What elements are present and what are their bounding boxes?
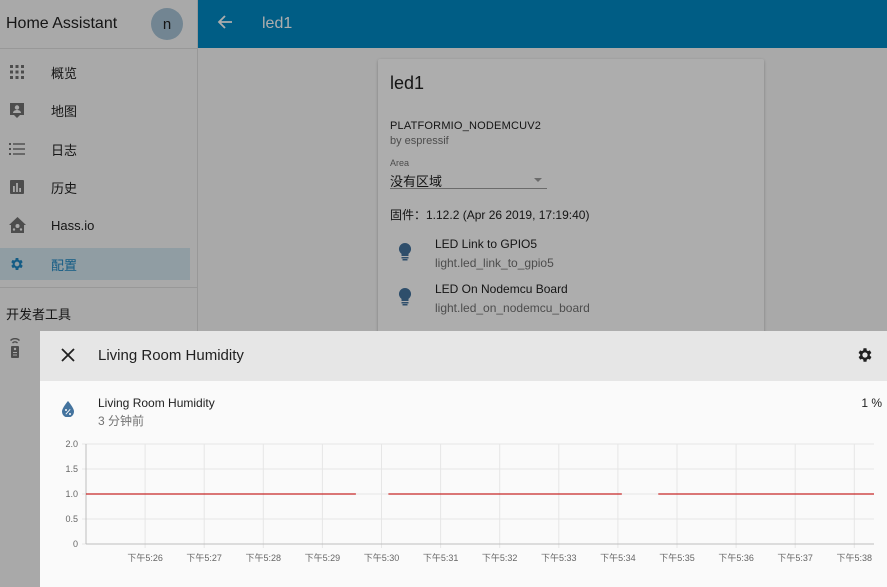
y-tick-label: 2.0 bbox=[65, 439, 78, 449]
dialog-header: Living Room Humidity bbox=[40, 331, 887, 381]
entity-last-changed: 3 分钟前 bbox=[98, 414, 145, 428]
y-tick-label: 1.5 bbox=[65, 464, 78, 474]
x-tick-label: 下午5:38 bbox=[837, 552, 873, 563]
water-percent-icon bbox=[62, 401, 76, 419]
x-tick-label: 下午5:33 bbox=[541, 552, 577, 563]
chart-svg: 2.0 1.5 1.0 0.5 0 下午5:26 下午5:27 下午5:28 下午5:29 下午5… bbox=[65, 439, 874, 563]
x-tick-label: 下午5:27 bbox=[186, 552, 222, 563]
y-tick-label: 1.0 bbox=[65, 489, 78, 499]
dialog-title: Living Room Humidity bbox=[98, 347, 244, 364]
x-tick-label: 下午5:34 bbox=[600, 552, 636, 563]
y-tick-label: 0.5 bbox=[65, 514, 78, 524]
settings-icon[interactable] bbox=[856, 346, 875, 365]
x-tick-label: 下午5:29 bbox=[305, 552, 341, 563]
x-tick-label: 下午5:37 bbox=[777, 552, 813, 563]
entity-name: Living Room Humidity bbox=[98, 396, 215, 410]
close-icon[interactable] bbox=[61, 348, 77, 364]
x-tick-label: 下午5:31 bbox=[423, 552, 459, 563]
x-tick-label: 下午5:36 bbox=[718, 552, 754, 563]
x-tick-label: 下午5:26 bbox=[127, 552, 163, 563]
x-tick-label: 下午5:32 bbox=[482, 552, 518, 563]
history-chart: 2.0 1.5 1.0 0.5 0 下午5:26 下午5:27 下午5:28 下午5:29 下午5… bbox=[40, 431, 887, 587]
entity-state: 1 % bbox=[861, 396, 882, 410]
y-tick-label: 0 bbox=[73, 539, 78, 549]
more-info-dialog: Living Room Humidity Living Room Humidit… bbox=[40, 331, 887, 587]
x-tick-label: 下午5:30 bbox=[364, 552, 400, 563]
x-tick-label: 下午5:28 bbox=[246, 552, 282, 563]
x-tick-label: 下午5:35 bbox=[659, 552, 695, 563]
